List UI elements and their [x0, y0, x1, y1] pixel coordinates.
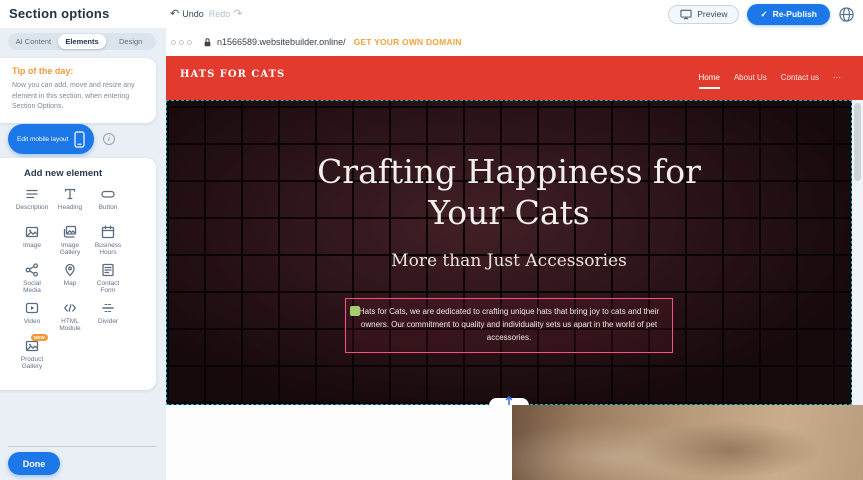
redo-button[interactable]: Redo ↷	[209, 9, 243, 20]
cat-photo-image	[512, 405, 863, 480]
nav-about-us[interactable]: About Us	[734, 73, 767, 84]
next-section[interactable]	[166, 405, 863, 480]
phone-icon	[74, 131, 85, 148]
image-gallery-icon	[62, 224, 78, 240]
tab-ai-content[interactable]: AI Content	[9, 34, 58, 49]
element-image[interactable]: Image	[13, 221, 51, 259]
section-options-panel: AI Content Elements Design Tip of the da…	[0, 28, 166, 480]
undo-icon: ↶	[170, 9, 179, 20]
element-label: Heading	[52, 204, 89, 211]
preview-label: Preview	[697, 9, 727, 19]
button-icon	[100, 186, 116, 202]
preview-scrollbar-track	[852, 100, 863, 405]
element-label: HTML Module	[52, 318, 89, 333]
redo-label: Redo	[209, 9, 231, 19]
element-business-hours[interactable]: Business Hours	[89, 221, 127, 259]
monitor-icon	[680, 9, 692, 20]
preview-button[interactable]: Preview	[668, 5, 739, 24]
element-label: Contact Form	[90, 280, 127, 295]
nav-contact-us[interactable]: Contact us	[781, 73, 819, 84]
element-label: Video	[14, 318, 51, 325]
tab-design[interactable]: Design	[106, 34, 155, 49]
element-label: Image	[14, 242, 51, 249]
element-description[interactable]: Description	[13, 183, 51, 221]
ai-writer-icon[interactable]	[350, 306, 360, 316]
nav-home[interactable]: Home	[699, 73, 720, 89]
page-title: Section options	[9, 6, 110, 21]
republish-button[interactable]: ✓ Re-Publish	[747, 4, 830, 25]
image-icon	[24, 224, 40, 240]
preview-scrollbar-thumb[interactable]	[854, 103, 861, 181]
element-label: Image Gallery	[52, 242, 89, 257]
site-url: n1566589.websitebuilder.online/	[217, 37, 346, 47]
site-header: Hats for Cats Home About Us Contact us ⋯	[166, 56, 863, 100]
element-button[interactable]: Button	[89, 183, 127, 221]
panel-tabs: AI Content Elements Design	[8, 33, 156, 50]
element-heading[interactable]: Heading	[51, 183, 89, 221]
edit-mobile-label: Edit mobile layout	[17, 136, 68, 143]
element-product-gallery[interactable]: NEW Product Gallery	[13, 335, 51, 373]
element-divider[interactable]: Divider	[89, 297, 127, 335]
new-badge: NEW	[31, 334, 48, 341]
element-label: Business Hours	[90, 242, 127, 257]
divider-icon	[100, 300, 116, 316]
element-label: Map	[52, 280, 89, 287]
heading-icon	[62, 186, 78, 202]
globe-language-icon[interactable]	[838, 6, 855, 23]
get-domain-link[interactable]: GET YOUR OWN DOMAIN	[354, 37, 462, 47]
editor-canvas: n1566589.websitebuilder.online/ GET YOUR…	[166, 28, 863, 480]
description-icon	[24, 186, 40, 202]
check-icon: ✓	[760, 9, 767, 20]
nav-more-icon[interactable]: ⋯	[833, 73, 841, 84]
tip-of-the-day-card: Tip of the day: Now you can add, move an…	[0, 58, 156, 123]
social-media-icon	[24, 262, 40, 278]
tab-elements[interactable]: Elements	[58, 34, 107, 49]
tip-body: Now you can add, move and resize any ele…	[12, 81, 144, 113]
redo-icon: ↷	[233, 9, 242, 20]
selected-hero-section[interactable]: Crafting Happiness for Your Cats More th…	[166, 100, 852, 405]
hero-text-block[interactable]: Hats for Cats, we are dedicated to craft…	[345, 298, 673, 353]
site-logo[interactable]: Hats for Cats	[180, 69, 285, 80]
element-grid: Description Heading Button Image Image G…	[13, 183, 156, 373]
hero-heading[interactable]: Crafting Happiness for Your Cats	[274, 151, 744, 234]
add-element-title: Add new element	[24, 168, 156, 179]
element-social-media[interactable]: Social Media	[13, 259, 51, 297]
map-pin-icon	[62, 262, 78, 278]
top-toolbar: Section options ↶ Undo Redo ↷ Preview ✓ …	[0, 0, 863, 28]
element-label: Divider	[90, 318, 127, 325]
element-video[interactable]: Video	[13, 297, 51, 335]
edit-mobile-layout-button[interactable]: Edit mobile layout	[8, 124, 94, 154]
lock-icon	[203, 37, 212, 48]
hero-body-text: Hats for Cats, we are dedicated to craft…	[359, 307, 659, 342]
html-module-icon	[62, 300, 78, 316]
window-dot-icon	[187, 40, 192, 45]
element-html-module[interactable]: HTML Module	[51, 297, 89, 335]
window-dot-icon	[171, 40, 176, 45]
element-contact-form[interactable]: Contact Form	[89, 259, 127, 297]
add-new-element-card: Add new element Description Heading Butt…	[0, 158, 156, 390]
element-map[interactable]: Map	[51, 259, 89, 297]
contact-form-icon	[100, 262, 116, 278]
business-hours-icon	[100, 224, 116, 240]
top-actions: Preview ✓ Re-Publish	[668, 0, 855, 28]
element-label: Product Gallery	[14, 356, 51, 371]
info-icon[interactable]: i	[103, 133, 115, 145]
tip-heading: Tip of the day:	[12, 66, 144, 76]
undo-label: Undo	[182, 9, 204, 19]
site-nav: Home About Us Contact us ⋯	[699, 56, 842, 100]
element-label: Social Media	[14, 280, 51, 295]
history-controls: ↶ Undo Redo ↷	[170, 0, 242, 28]
undo-button[interactable]: ↶ Undo	[170, 9, 204, 20]
video-icon	[24, 300, 40, 316]
republish-label: Re-Publish	[773, 9, 817, 19]
done-button[interactable]: Done	[8, 452, 60, 475]
panel-footer-divider	[8, 446, 156, 447]
element-label: Button	[90, 204, 127, 211]
element-image-gallery[interactable]: Image Gallery	[51, 221, 89, 259]
browser-chrome-bar: n1566589.websitebuilder.online/ GET YOUR…	[166, 28, 863, 56]
element-label: Description	[14, 204, 51, 211]
hero-subheading[interactable]: More than Just Accessories	[167, 251, 851, 271]
window-dot-icon	[179, 40, 184, 45]
